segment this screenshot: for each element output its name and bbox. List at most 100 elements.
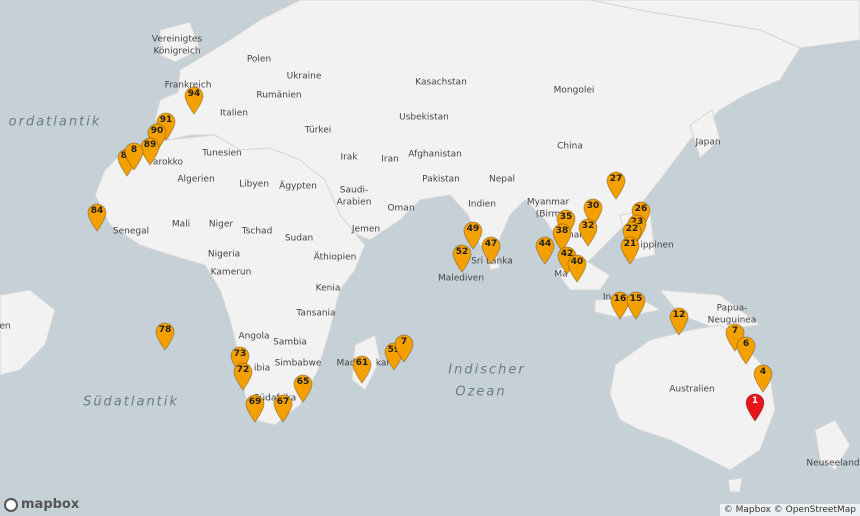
marker-label: 94 [187, 89, 201, 99]
label-ozean: Ozean [455, 384, 507, 400]
label-tunesien: Tunesien [202, 148, 242, 159]
label-vereinigtes: Vereinigtes [151, 34, 203, 45]
label-indischer: Indischer [448, 362, 526, 378]
marker-label: 67 [276, 397, 290, 407]
label-usbekistan: Usbekistan [399, 112, 449, 123]
marker-label: 90 [150, 126, 164, 136]
marker-label: 15 [629, 294, 643, 304]
label-mongolei: Mongolei [553, 85, 595, 96]
map-marker[interactable]: 6 [735, 335, 757, 365]
map-canvas[interactable]: Vereinigtes Königreich Polen Ukraine Kas… [0, 0, 860, 516]
label-angola: Angola [238, 331, 270, 342]
marker-label: 40 [570, 257, 584, 267]
label-iran: Iran [381, 154, 399, 165]
label-arabien: Arabien [336, 197, 372, 208]
map-marker[interactable]: 7 [393, 333, 415, 363]
label-rumaenien: Rumänien [256, 90, 302, 101]
marker-label: 7 [400, 337, 408, 347]
marker-label: 49 [466, 224, 480, 234]
label-china: China [557, 141, 583, 152]
label-indien: Indien [468, 199, 496, 210]
map-marker[interactable]: 8 [123, 141, 145, 171]
label-libyen: Libyen [239, 179, 269, 190]
label-papua: Papua- [716, 303, 748, 314]
label-japan: Japan [695, 137, 721, 148]
label-simbabwe: Simbabwe [274, 358, 322, 369]
label-nigeria: Nigeria [207, 249, 241, 260]
mapbox-logo-icon [4, 497, 18, 512]
map-marker[interactable]: 61 [351, 354, 373, 384]
mapbox-logo[interactable]: mapbox [4, 497, 79, 512]
label-kenia: Kenia [315, 283, 341, 294]
map-marker[interactable]: 40 [566, 253, 588, 283]
label-kasachstan: Kasachstan [415, 77, 467, 88]
marker-label: 6 [742, 339, 750, 349]
marker-label: 78 [158, 325, 172, 335]
label-nordatlantik: ordatlantik [8, 114, 102, 130]
marker-label: 32 [581, 221, 595, 231]
marker-label: 4 [759, 367, 767, 377]
marker-label: 84 [90, 206, 104, 216]
label-aegypten: Ägypten [279, 181, 317, 192]
marker-label: 72 [236, 365, 250, 375]
map-marker[interactable]: 4 [752, 363, 774, 393]
label-senegal: Senegal [112, 226, 150, 237]
label-polen: Polen [246, 54, 272, 65]
label-afghanistan: Afghanistan [408, 149, 462, 160]
label-tansania: Tansania [296, 308, 336, 319]
marker-label: 8 [130, 145, 138, 155]
label-saudi: Saudi- [339, 185, 369, 196]
label-mali: Mali [171, 219, 191, 230]
map-marker[interactable]: 47 [480, 235, 502, 265]
map-marker[interactable]: 69 [244, 393, 266, 423]
label-kamerun: Kamerun [210, 267, 252, 278]
marker-label: 73 [233, 349, 247, 359]
map-marker[interactable]: 21 [619, 235, 641, 265]
label-sambia: Sambia [273, 337, 307, 348]
label-australien: Australien [669, 384, 715, 395]
marker-label: 35 [559, 212, 573, 222]
label-en: en [0, 321, 11, 332]
label-bia: ibia [253, 363, 271, 374]
map-marker[interactable]: 65 [292, 373, 314, 403]
map-marker[interactable]: 84 [86, 202, 108, 232]
marker-label: 69 [248, 397, 262, 407]
label-aethiopien: Äthiopien [313, 252, 357, 263]
map-marker[interactable]: 78 [154, 321, 176, 351]
marker-label: 30 [586, 201, 600, 211]
map-marker[interactable]: 94 [183, 85, 205, 115]
label-jemen: Jemen [351, 224, 381, 235]
map-marker[interactable]: 15 [625, 290, 647, 320]
label-malediven: Malediven [437, 273, 485, 284]
marker-label: 65 [296, 377, 310, 387]
label-oman: Oman [387, 203, 415, 214]
map-attribution[interactable]: © Mapbox © OpenStreetMap [719, 504, 860, 516]
marker-label: 27 [609, 174, 623, 184]
label-algerien: Algerien [177, 174, 215, 185]
marker-label: 22 [625, 224, 639, 234]
marker-label: 38 [555, 226, 569, 236]
label-pakistan: Pakistan [422, 174, 460, 185]
label-myanmar: Myanmar [526, 197, 570, 208]
marker-label: 47 [484, 239, 498, 249]
marker-label: 1 [751, 396, 759, 406]
label-koenigreich: Königreich [153, 46, 201, 57]
map-marker[interactable]: 67 [272, 393, 294, 423]
marker-label: 12 [672, 310, 686, 320]
label-suedatlantik: Südatlantik [83, 394, 179, 410]
map-marker[interactable]: 12 [668, 306, 690, 336]
label-italien: Italien [220, 108, 248, 119]
label-sudan: Sudan [284, 233, 314, 244]
map-marker[interactable]: 1 [744, 392, 766, 422]
map-marker[interactable]: 27 [605, 170, 627, 200]
label-irak: Irak [340, 152, 358, 163]
map-marker[interactable]: 32 [577, 217, 599, 247]
marker-label: 61 [355, 358, 369, 368]
map-marker[interactable]: 72 [232, 361, 254, 391]
label-niger: Niger [208, 219, 234, 230]
marker-label: 21 [623, 239, 637, 249]
label-ukraine: Ukraine [286, 71, 322, 82]
label-nepal: Nepal [489, 174, 515, 185]
label-tuerkei: Türkei [304, 125, 332, 136]
label-neuseeland: Neuseeland [806, 458, 860, 469]
